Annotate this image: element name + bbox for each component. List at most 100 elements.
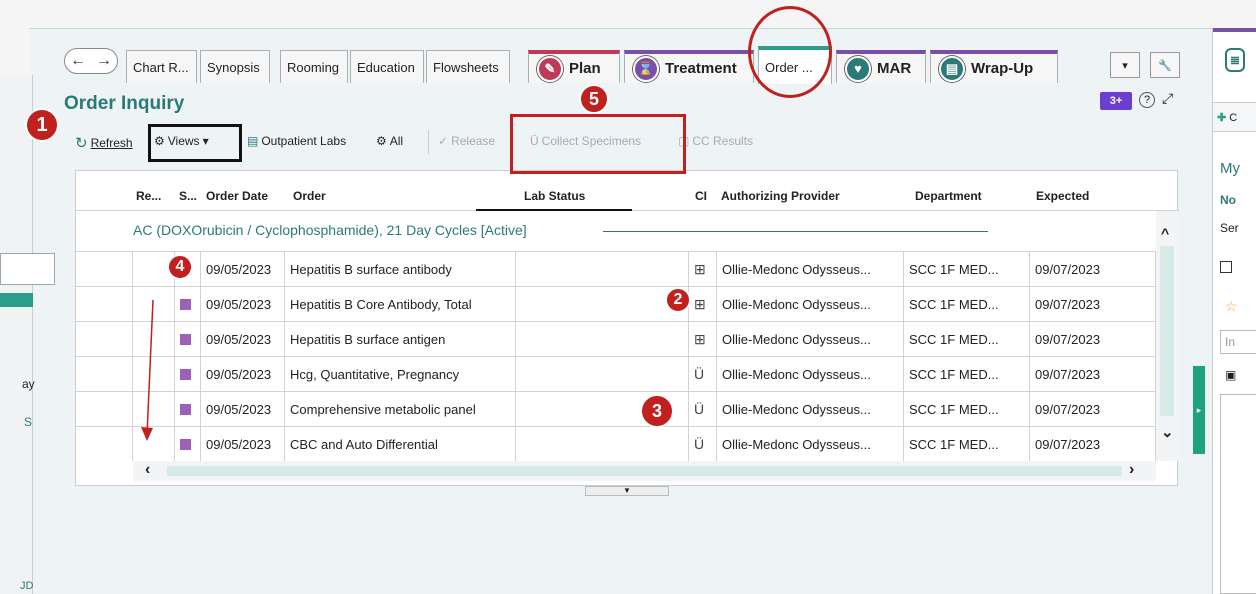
left-pane-text-3: JD	[20, 580, 34, 592]
left-pane-input[interactable]	[0, 253, 55, 285]
empty-cell	[76, 252, 133, 286]
tab-rooming[interactable]: Rooming	[280, 50, 348, 83]
order-tab-highlight-circle	[748, 6, 832, 98]
date-cell: 09/05/2023	[201, 392, 285, 426]
col-header-order-date[interactable]: Order Date	[206, 189, 268, 203]
right-pane-checkbox[interactable]	[1220, 261, 1232, 273]
table-row[interactable]: 09/05/2023 CBC and Auto Differential Ü Olli…	[76, 426, 1156, 461]
right-pane-heading: My	[1220, 160, 1240, 177]
expected-cell: 09/07/2023	[1030, 287, 1156, 321]
date-cell: 09/05/2023	[201, 427, 285, 461]
tab-plan[interactable]: ✎ Plan	[528, 50, 620, 83]
chevron-down-icon: ▾	[1122, 59, 1128, 72]
grid-header: Re... S... Order Date Order Lab Status C…	[76, 171, 1179, 211]
dept-cell: SCC 1F MED...	[904, 427, 1030, 461]
horizontal-scrollbar[interactable]: ‹ ›	[133, 461, 1156, 481]
horizontal-scroll-thumb[interactable]	[167, 466, 1122, 476]
col-header-lab-status[interactable]: Lab Status	[524, 189, 585, 203]
vertical-scrollbar[interactable]: ^ ⌄	[1156, 211, 1178, 461]
vertical-scroll-thumb[interactable]	[1160, 246, 1174, 416]
outpatient-labs-button[interactable]: ▤ Outpatient Labs	[247, 134, 346, 148]
annotation-arrow	[141, 299, 154, 441]
tab-chart-review[interactable]: Chart R...	[126, 50, 197, 83]
right-pane-label-2: Ser	[1220, 221, 1239, 235]
provider-cell: Ollie-Medonc Odysseus...	[717, 287, 904, 321]
tab-tools-button[interactable]: 🔧	[1150, 52, 1180, 78]
history-nav[interactable]: ← →	[64, 48, 118, 74]
image-icon[interactable]: ▣	[1225, 368, 1236, 382]
left-pane-selected-bar	[0, 293, 33, 307]
collect-specimens-highlight-box	[510, 114, 686, 174]
forward-arrow-icon[interactable]: →	[96, 52, 112, 70]
release-button[interactable]: ✓ Release	[438, 134, 495, 148]
tab-synopsis[interactable]: Synopsis	[200, 50, 270, 83]
col-header-authorizing-provider[interactable]: Authorizing Provider	[721, 189, 840, 203]
provider-cell: Ollie-Medonc Odysseus...	[717, 427, 904, 461]
right-pane-text-area[interactable]	[1220, 394, 1256, 594]
release-label: Release	[451, 134, 496, 148]
col-header-expected[interactable]: Expected	[1036, 189, 1089, 203]
wrap-up-icon: ▤	[939, 55, 965, 82]
table-row[interactable]: 09/05/2023 Hepatitis B Core Antibody, Tot…	[76, 286, 1156, 321]
back-arrow-icon[interactable]: ←	[70, 52, 86, 70]
mar-icon: ♥	[845, 55, 871, 82]
star-icon[interactable]: ☆	[1225, 298, 1238, 315]
ci-icon: Ü	[689, 392, 717, 426]
tab-education[interactable]: Education	[350, 50, 424, 83]
status-cell	[175, 357, 201, 391]
empty-cell	[516, 357, 689, 391]
order-status-square	[180, 298, 191, 310]
order-cell: Hepatitis B Core Antibody, Total	[285, 287, 516, 321]
annotation-badge-2: 2	[665, 287, 691, 313]
order-group-header[interactable]: AC (DOXOrubicin / Cyclophosphamide), 21 …	[133, 222, 527, 238]
collapse-right-pane-handle[interactable]: ▸	[1193, 366, 1205, 454]
col-header-ci[interactable]: CI	[695, 189, 707, 203]
scroll-down-icon[interactable]: ⌄	[1161, 423, 1174, 441]
table-row[interactable]: 09/05/2023 Hepatitis B surface antibody ⊞ O…	[76, 251, 1156, 286]
order-cell: CBC and Auto Differential	[285, 427, 516, 461]
cc-results-label: CC Results	[692, 134, 754, 148]
cc-results-button[interactable]: ▢ CC Results	[678, 134, 753, 148]
col-header-review[interactable]: Re...	[136, 189, 161, 203]
scroll-left-icon[interactable]: ‹	[145, 461, 150, 479]
order-status-square	[180, 438, 191, 450]
tab-treatment[interactable]: ⌛ Treatment	[624, 50, 754, 83]
table-row[interactable]: 09/05/2023 Hepatitis B surface antigen ⊞ Ol…	[76, 321, 1156, 356]
add-button[interactable]: ✚ C	[1213, 102, 1256, 132]
views-highlight-box	[148, 124, 242, 162]
col-header-status[interactable]: S...	[179, 189, 197, 203]
group-divider	[603, 231, 988, 232]
tab-mar[interactable]: ♥ MAR	[836, 50, 926, 83]
tab-wrap-up[interactable]: ▤ Wrap-Up	[930, 50, 1058, 83]
col-header-order[interactable]: Order	[293, 189, 326, 203]
date-cell: 09/05/2023	[201, 357, 285, 391]
expand-icon[interactable]: ⤢	[1162, 90, 1173, 107]
checkmark-icon: ✓	[438, 134, 449, 148]
annotation-badge-3: 3	[640, 394, 674, 428]
splitter-handle[interactable]: ▼	[585, 486, 669, 496]
wrench-icon: 🔧	[1158, 59, 1172, 72]
annotation-badge-5: 5	[579, 84, 609, 114]
right-pane-input[interactable]: In	[1220, 330, 1256, 354]
scroll-right-icon[interactable]: ›	[1129, 461, 1134, 479]
tab-flowsheets[interactable]: Flowsheets	[426, 50, 510, 83]
media-badge[interactable]: 3+	[1100, 92, 1132, 110]
refresh-button[interactable]: ↻ Refresh	[75, 134, 133, 152]
table-row[interactable]: 09/05/2023 Comprehensive metabolic panel Ü…	[76, 391, 1156, 426]
empty-cell	[516, 287, 689, 321]
order-cell: Hepatitis B surface antigen	[285, 322, 516, 356]
scroll-up-icon[interactable]: ^	[1161, 225, 1169, 241]
page-title: Order Inquiry	[64, 93, 185, 114]
all-button[interactable]: ⚙ All	[376, 134, 403, 148]
tab-label: Chart R...	[133, 59, 189, 75]
more-tabs-button[interactable]: ▾	[1110, 52, 1140, 78]
date-cell: 09/05/2023	[201, 287, 285, 321]
help-icon[interactable]: ?	[1139, 92, 1155, 108]
provider-cell: Ollie-Medonc Odysseus...	[717, 357, 904, 391]
dept-cell: SCC 1F MED...	[904, 287, 1030, 321]
empty-cell	[76, 392, 133, 426]
col-header-department[interactable]: Department	[915, 189, 982, 203]
table-row[interactable]: 09/05/2023 Hcg, Quantitative, Pregnancy Ü O…	[76, 356, 1156, 391]
notes-icon[interactable]: ≣	[1225, 48, 1245, 72]
tab-label: Synopsis	[207, 59, 260, 75]
